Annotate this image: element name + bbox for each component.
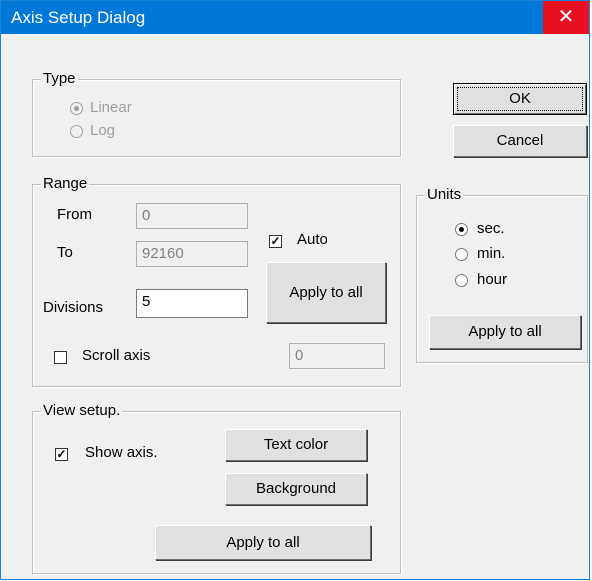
sec-radio[interactable] [455, 223, 468, 236]
units-apply-to-all-label: Apply to all [468, 323, 542, 340]
auto-label: Auto [297, 231, 328, 248]
background-label: Background [255, 480, 337, 497]
divisions-field[interactable]: 5 [136, 289, 248, 318]
sec-radio-label: sec. [477, 220, 505, 237]
to-field[interactable]: 92160 [136, 241, 248, 267]
text-color-button[interactable]: Text color [225, 429, 367, 461]
axis-setup-dialog: Axis Setup Dialog ✕ Type Linear Log Rang… [0, 0, 590, 580]
background-button[interactable]: Background [225, 473, 367, 505]
units-group: Units sec. min. hour Apply to all [416, 186, 588, 363]
view-setup-group-label: View setup. [41, 402, 123, 419]
hour-radio[interactable] [455, 274, 468, 287]
range-group: Range From 0 To 92160 ✓ Auto Divisions 5… [32, 175, 401, 387]
window-title: Axis Setup Dialog [11, 8, 146, 27]
scroll-axis-label: Scroll axis [82, 347, 151, 364]
ok-button[interactable]: OK [453, 83, 587, 115]
type-group-label: Type [41, 70, 78, 87]
scroll-axis-checkbox[interactable] [54, 351, 67, 364]
log-radio-label: Log [90, 122, 116, 139]
close-button[interactable]: ✕ [543, 1, 589, 34]
auto-checkbox[interactable]: ✓ [269, 235, 282, 248]
units-group-label: Units [425, 186, 464, 203]
type-group: Type Linear Log [32, 70, 401, 157]
view-apply-to-all-button[interactable]: Apply to all [155, 525, 371, 560]
to-label: To [57, 244, 73, 261]
min-radio[interactable] [455, 248, 468, 261]
show-axis-checkbox[interactable]: ✓ [55, 448, 68, 461]
cancel-label: Cancel [496, 132, 544, 149]
min-radio-label: min. [477, 245, 506, 262]
from-label: From [57, 206, 92, 223]
linear-radio-label: Linear [90, 99, 132, 116]
view-apply-to-all-label: Apply to all [226, 534, 300, 551]
text-color-label: Text color [263, 436, 329, 453]
units-apply-to-all-button[interactable]: Apply to all [429, 315, 581, 349]
from-field[interactable]: 0 [136, 203, 248, 229]
range-apply-to-all-label: Apply to all [289, 284, 363, 301]
scroll-axis-field[interactable]: 0 [289, 343, 385, 369]
divisions-label: Divisions [43, 299, 104, 316]
ok-label: OK [509, 90, 531, 107]
close-icon: ✕ [557, 6, 575, 28]
linear-radio[interactable] [70, 102, 83, 115]
range-apply-to-all-button[interactable]: Apply to all [266, 262, 386, 323]
range-group-label: Range [41, 175, 90, 192]
show-axis-label: Show axis. [85, 444, 158, 461]
title-bar[interactable]: Axis Setup Dialog ✕ [1, 1, 589, 34]
cancel-button[interactable]: Cancel [453, 125, 587, 157]
log-radio[interactable] [70, 125, 83, 138]
hour-radio-label: hour [477, 271, 508, 288]
view-setup-group: View setup. ✓ Show axis. Text color Back… [32, 402, 401, 574]
